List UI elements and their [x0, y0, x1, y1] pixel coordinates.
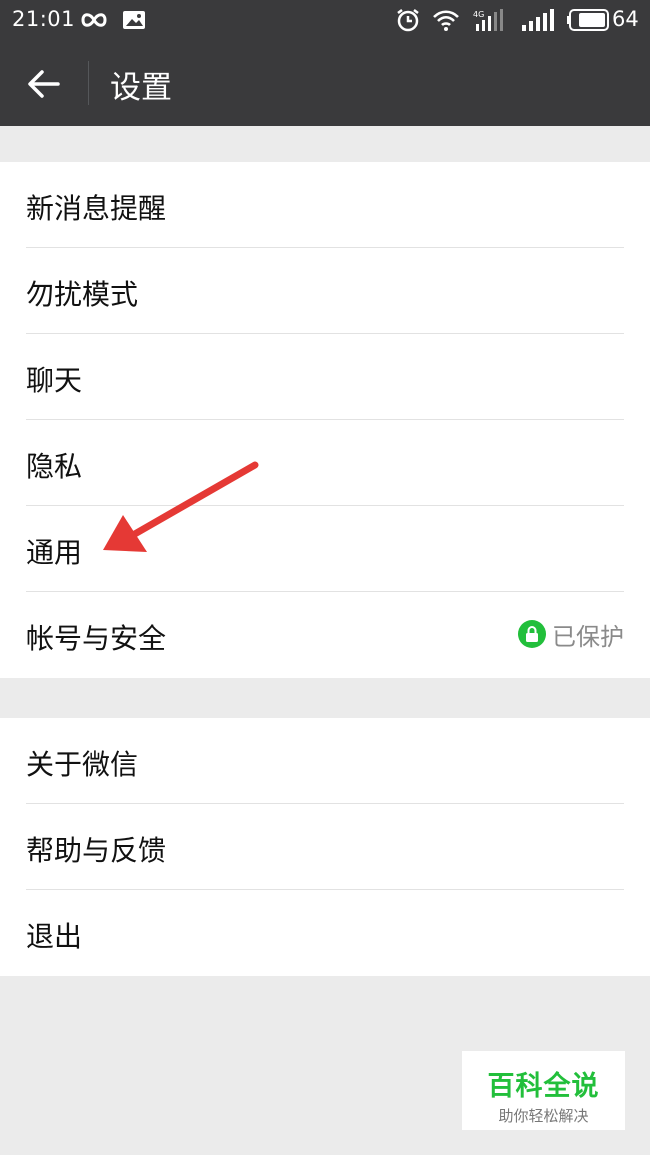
- header-divider: [88, 61, 89, 105]
- settings-item-log-out[interactable]: 退出: [0, 890, 650, 976]
- infinity-icon: [81, 13, 107, 27]
- settings-item-label: 关于微信: [26, 748, 139, 781]
- lock-icon: [518, 620, 546, 648]
- battery-icon: [567, 9, 609, 31]
- settings-item-label: 退出: [26, 920, 83, 953]
- settings-item-label: 通用: [26, 536, 83, 569]
- settings-item-label: 聊天: [26, 364, 83, 397]
- back-arrow-icon[interactable]: [24, 64, 64, 104]
- signal-icon: [522, 9, 554, 31]
- battery-percentage: 64: [612, 7, 639, 31]
- account-protected-status: 已保护: [518, 618, 624, 651]
- watermark-title: 百科全说: [487, 1071, 600, 1102]
- settings-item-new-message-alerts[interactable]: 新消息提醒: [0, 162, 650, 248]
- status-time: 21:01: [12, 7, 76, 31]
- settings-item-privacy[interactable]: 隐私: [0, 420, 650, 506]
- settings-item-help-feedback[interactable]: 帮助与反馈: [0, 804, 650, 890]
- watermark-subtitle: 助你轻松解决: [498, 1107, 589, 1125]
- settings-item-label: 帮助与反馈: [26, 834, 167, 867]
- settings-group-main: 新消息提醒 勿扰模式 聊天 隐私 通用 帐号与安全 已保护: [0, 162, 650, 678]
- settings-item-label: 帐号与安全: [26, 622, 167, 655]
- settings-item-about-wechat[interactable]: 关于微信: [0, 718, 650, 804]
- settings-item-do-not-disturb[interactable]: 勿扰模式: [0, 248, 650, 334]
- signal-4g-icon: 4G: [473, 9, 503, 31]
- page-title: 设置: [110, 70, 172, 106]
- svg-text:4G: 4G: [473, 10, 484, 19]
- settings-item-label: 新消息提醒: [26, 192, 167, 225]
- settings-item-label: 隐私: [26, 450, 83, 483]
- protected-status-text: 已保护: [552, 622, 624, 651]
- settings-item-general[interactable]: 通用: [0, 506, 650, 592]
- settings-group-secondary: 关于微信 帮助与反馈 退出: [0, 718, 650, 976]
- status-bar: 21:01 4G 64: [0, 0, 650, 40]
- alarm-icon: [397, 9, 419, 32]
- watermark-logo: 百科全说 助你轻松解决: [462, 1051, 625, 1130]
- settings-item-chats[interactable]: 聊天: [0, 334, 650, 420]
- app-header: 设置: [0, 40, 650, 126]
- settings-item-account-security[interactable]: 帐号与安全 已保护: [0, 592, 650, 678]
- image-notification-icon: [123, 11, 145, 29]
- settings-item-label: 勿扰模式: [26, 278, 139, 311]
- wifi-icon: [433, 10, 459, 31]
